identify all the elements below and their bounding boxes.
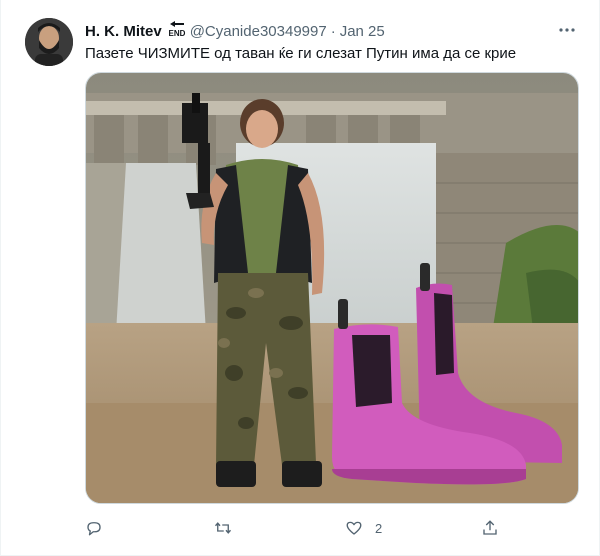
like-button[interactable]: 2 bbox=[345, 519, 382, 537]
svg-text:END: END bbox=[168, 29, 185, 38]
tweet-actions: 2 bbox=[85, 516, 505, 540]
more-options-button[interactable] bbox=[555, 18, 579, 42]
tweet-header: H. K. Mitev END @Cyanide30349997 · Jan 2… bbox=[85, 20, 579, 42]
timestamp[interactable]: Jan 25 bbox=[340, 23, 385, 40]
display-name[interactable]: H. K. Mitev bbox=[85, 23, 162, 40]
tweet[interactable]: H. K. Mitev END @Cyanide30349997 · Jan 2… bbox=[0, 0, 600, 556]
end-arrow-icon: END bbox=[167, 19, 187, 43]
tweet-text: Пазете ЧИЗМИТЕ од таван ќе ги слезат Пут… bbox=[85, 45, 517, 62]
heart-icon bbox=[346, 521, 362, 535]
separator-dot: · bbox=[330, 22, 336, 40]
more-icon bbox=[559, 28, 575, 32]
tweet-media[interactable] bbox=[85, 72, 579, 504]
retweet-button[interactable] bbox=[213, 519, 245, 537]
handle[interactable]: @Cyanide30349997 bbox=[190, 23, 327, 40]
reply-button[interactable] bbox=[85, 519, 115, 537]
meme-image bbox=[86, 73, 578, 503]
share-icon bbox=[483, 520, 497, 535]
share-button[interactable] bbox=[481, 519, 511, 537]
reply-icon bbox=[87, 522, 101, 536]
avatar[interactable] bbox=[25, 18, 73, 66]
like-count: 2 bbox=[375, 520, 383, 536]
retweet-icon bbox=[214, 522, 232, 534]
